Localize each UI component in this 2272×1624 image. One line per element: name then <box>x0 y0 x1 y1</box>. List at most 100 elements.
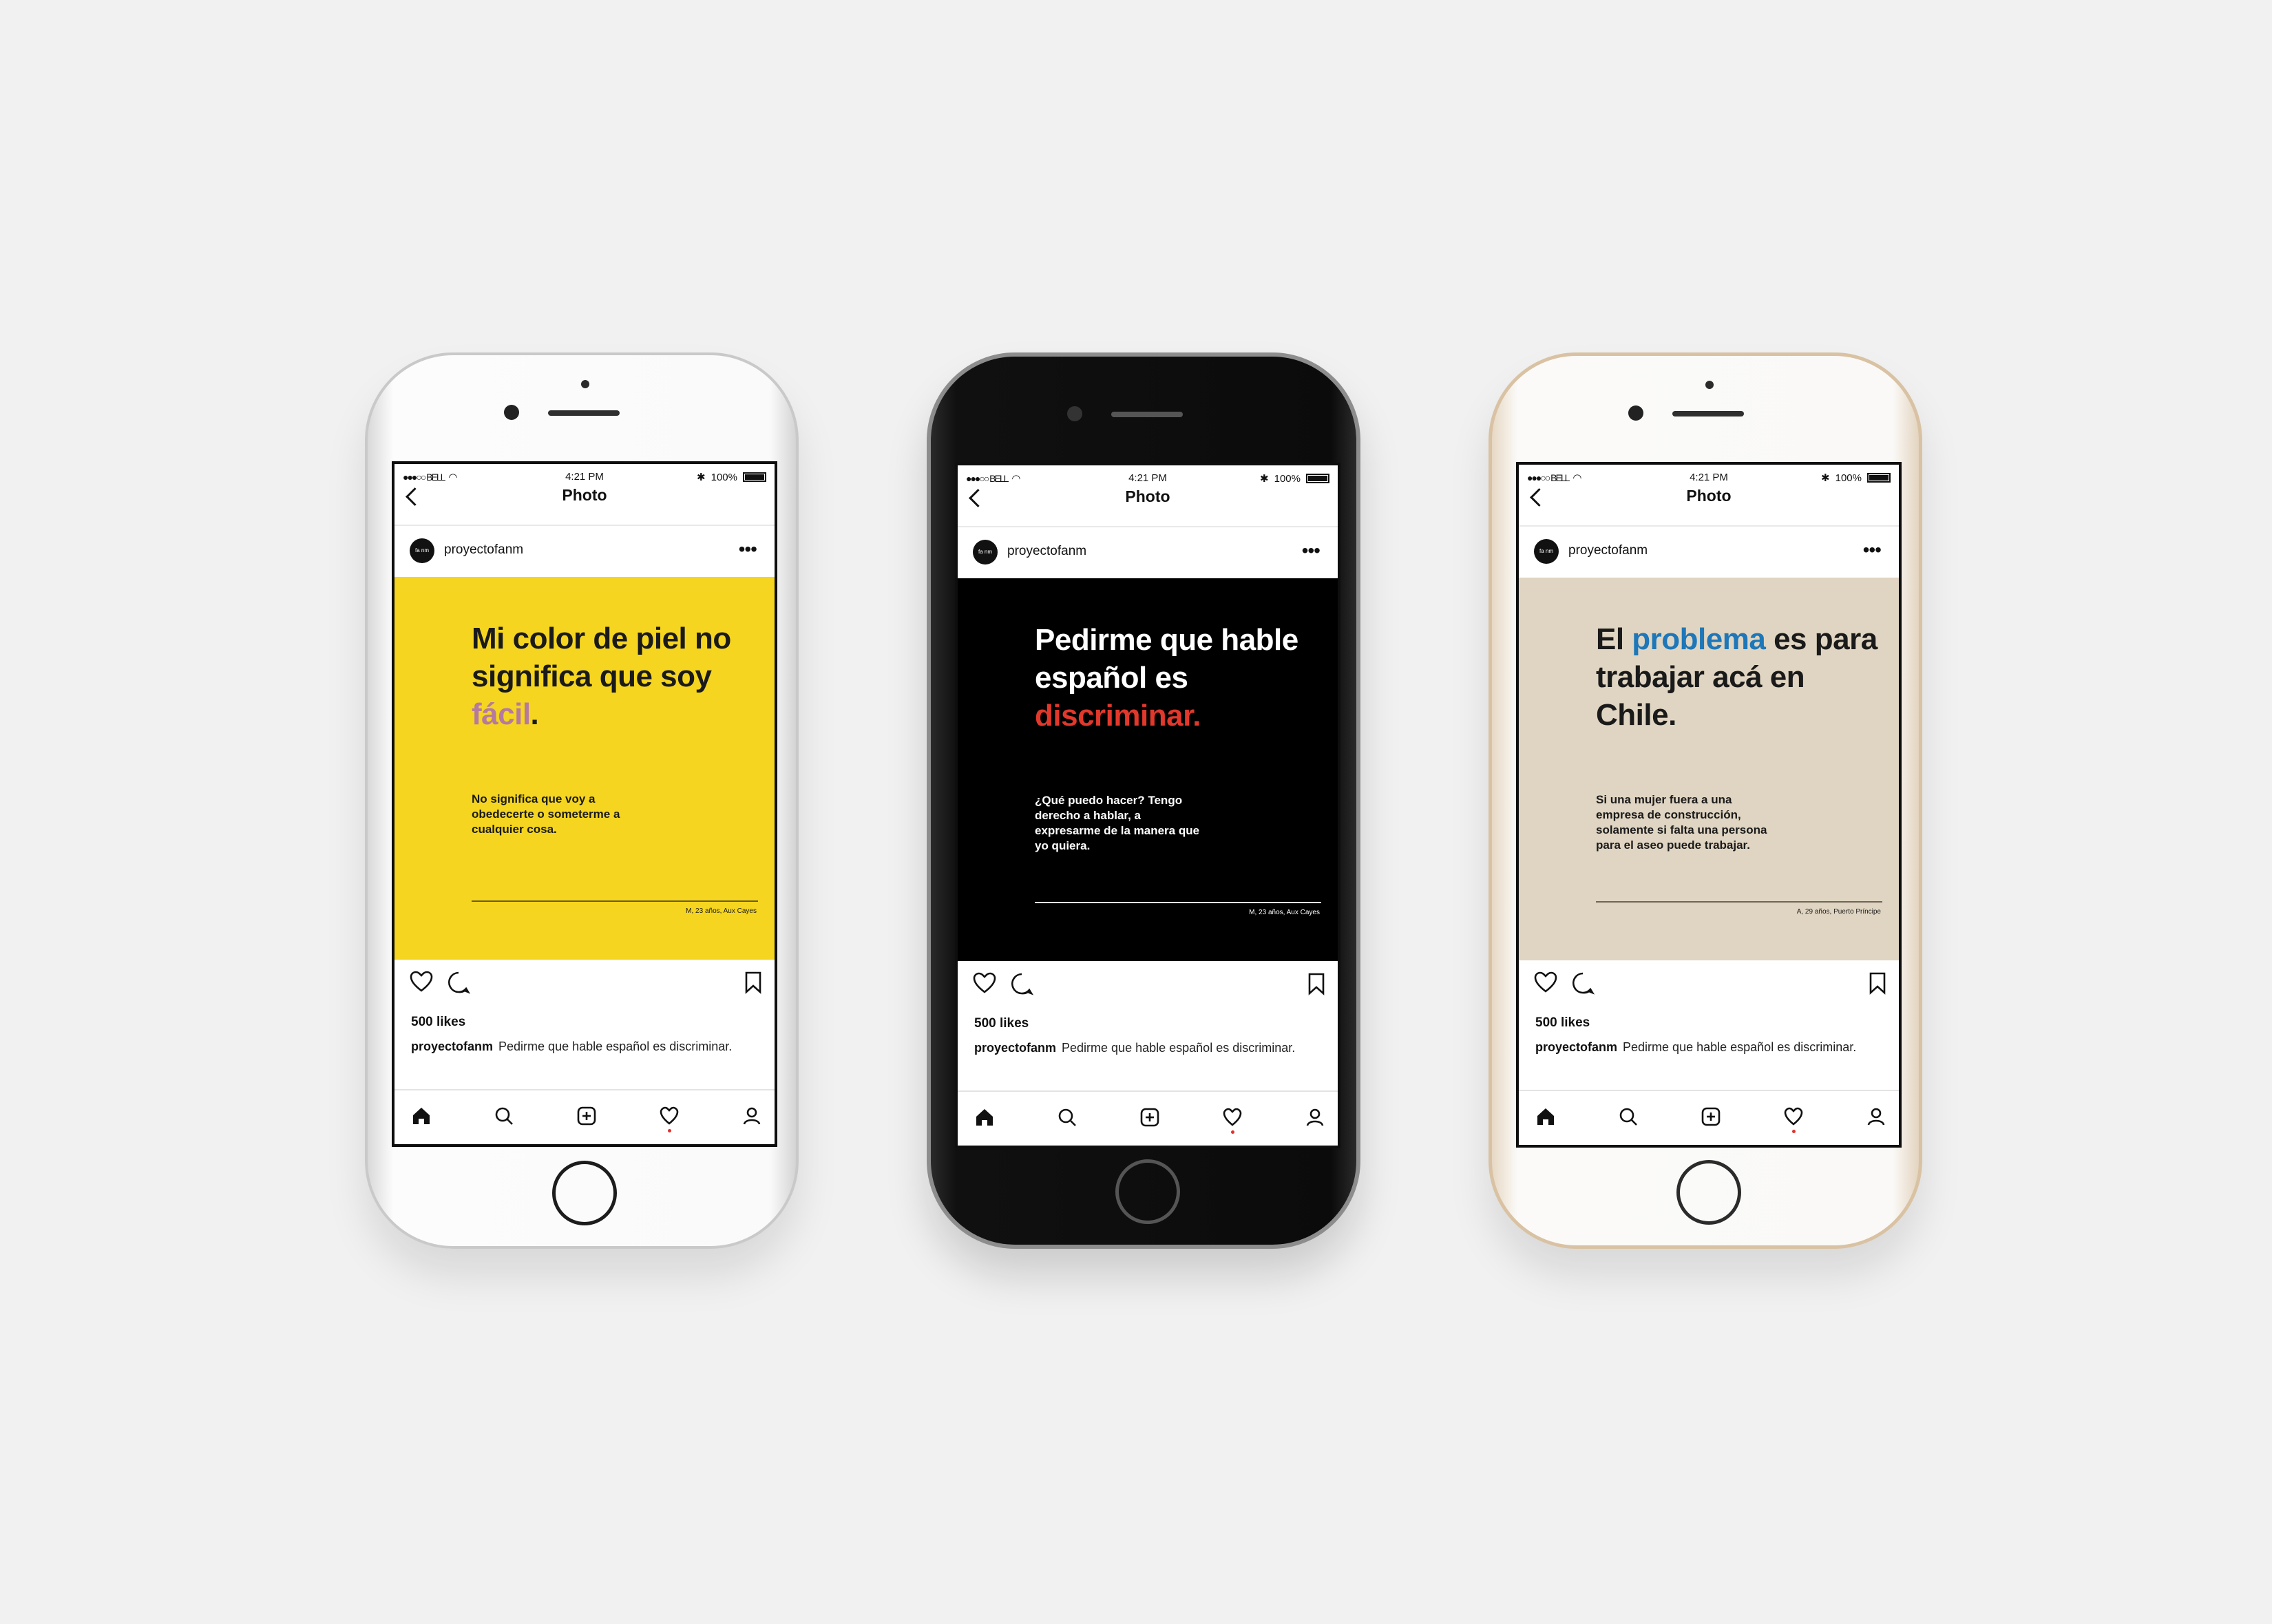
divider <box>1519 525 1899 527</box>
phone-silver: ●●●○○ BELL ◠ 4:21 PM ✱ 100% Photo fa nm pr… <box>365 352 799 1249</box>
post-credit: M, 23 años, Aux Cayes <box>1249 909 1320 916</box>
profile-icon[interactable] <box>1305 1107 1325 1128</box>
headline-end: . <box>530 697 539 731</box>
home-icon[interactable] <box>1535 1106 1556 1127</box>
post-header: fa nm proyectofanm ••• <box>958 533 1338 574</box>
avatar[interactable]: fa nm <box>973 540 998 565</box>
new-post-icon[interactable] <box>576 1106 597 1126</box>
home-icon[interactable] <box>411 1106 432 1126</box>
bookmark-icon[interactable] <box>1307 972 1325 995</box>
headline-text: Mi color de piel no significa que soy <box>472 622 731 693</box>
search-icon[interactable] <box>1057 1107 1077 1128</box>
front-camera <box>504 405 519 420</box>
battery-percent: 100% <box>1274 472 1301 485</box>
new-post-icon[interactable] <box>1701 1106 1721 1127</box>
new-post-icon[interactable] <box>1139 1107 1160 1128</box>
heart-icon[interactable] <box>410 971 433 993</box>
battery-icon <box>1306 474 1329 483</box>
post-username[interactable]: proyectofanm <box>1568 543 1648 558</box>
bookmark-icon[interactable] <box>744 971 762 994</box>
activity-heart-icon[interactable] <box>1222 1107 1243 1128</box>
earpiece-speaker <box>548 410 620 416</box>
post-divider-line <box>472 900 758 902</box>
post-body-text: No significa que voy a obedecerte o some… <box>472 792 620 836</box>
bookmark-icon[interactable] <box>1869 971 1886 995</box>
heart-icon[interactable] <box>973 972 996 994</box>
post-headline: Mi color de piel no significa que soy fá… <box>472 620 761 733</box>
post-header: fa nm proyectofanm ••• <box>1519 532 1899 573</box>
nav-bar: Photo <box>958 485 1338 526</box>
post-divider-line <box>1035 902 1321 903</box>
post-username[interactable]: proyectofanm <box>1007 544 1086 559</box>
comment-icon[interactable] <box>1571 971 1595 995</box>
caption-username[interactable]: proyectofanm <box>411 1040 493 1053</box>
search-icon[interactable] <box>494 1106 514 1126</box>
post-body-text: ¿Qué puedo hacer? Tengo derecho a hablar… <box>1035 794 1200 852</box>
divider <box>958 526 1338 527</box>
headline-text: El <box>1596 622 1632 656</box>
post-credit: A, 29 años, Puerto Príncipe <box>1796 908 1881 916</box>
post-image: Mi color de piel no significa que soy fá… <box>395 577 775 960</box>
post-headline: El problema es para trabajar acá en Chil… <box>1596 620 1885 734</box>
activity-heart-icon[interactable] <box>1783 1106 1804 1127</box>
headline-accent-word: problema <box>1632 622 1766 656</box>
avatar[interactable]: fa nm <box>1534 539 1559 564</box>
bluetooth-icon: ✱ <box>1260 473 1269 485</box>
divider <box>395 525 775 526</box>
profile-icon[interactable] <box>741 1106 762 1126</box>
likes-count[interactable]: 500 likes <box>974 1016 1029 1031</box>
search-icon[interactable] <box>1618 1106 1639 1127</box>
post-actions <box>958 967 1338 1001</box>
more-options-icon[interactable]: ••• <box>1302 540 1321 562</box>
post-username[interactable]: proyectofanm <box>444 542 523 558</box>
heart-icon[interactable] <box>1534 971 1557 993</box>
home-button[interactable] <box>1676 1160 1741 1225</box>
bottom-tab-bar <box>1519 1090 1899 1145</box>
caption-username[interactable]: proyectofanm <box>1535 1040 1617 1054</box>
battery-percent: 100% <box>711 471 737 483</box>
earpiece-speaker <box>1672 411 1744 416</box>
page-title: Photo <box>562 486 607 504</box>
battery-icon <box>743 472 766 482</box>
headline-text: Pedirme que hable español es <box>1035 623 1298 695</box>
nav-bar: Photo <box>395 483 775 525</box>
more-options-icon[interactable]: ••• <box>739 538 757 560</box>
likes-count[interactable]: 500 likes <box>1535 1015 1590 1031</box>
phone-space-gray: ●●●○○ BELL ◠ 4:21 PM ✱ 100% Photo fa nm pr… <box>927 352 1360 1249</box>
earpiece-speaker <box>1111 412 1183 417</box>
bottom-tab-bar <box>958 1090 1338 1146</box>
post-header: fa nm proyectofanm ••• <box>395 531 775 573</box>
post-actions <box>1519 966 1899 1000</box>
home-button[interactable] <box>552 1161 617 1225</box>
battery-icon <box>1867 473 1891 483</box>
nav-bar: Photo <box>1519 484 1899 525</box>
likes-count[interactable]: 500 likes <box>411 1015 465 1030</box>
more-options-icon[interactable]: ••• <box>1863 539 1882 561</box>
page-title: Photo <box>1686 487 1732 505</box>
caption-text: Pedirme que hable español es discriminar… <box>1623 1040 1857 1054</box>
activity-heart-icon[interactable] <box>659 1106 680 1126</box>
comment-icon[interactable] <box>1010 972 1033 995</box>
instagram-screen: ●●●○○ BELL ◠ 4:21 PM ✱ 100% Photo fa nm pr… <box>955 463 1340 1148</box>
post-caption: proyectofanm Pedirme que hable español es… <box>974 1040 1298 1056</box>
caption-text: Pedirme que hable español es discriminar… <box>498 1040 733 1053</box>
comment-icon[interactable] <box>447 971 470 994</box>
front-camera <box>1628 405 1643 421</box>
home-button[interactable] <box>1115 1159 1180 1224</box>
avatar[interactable]: fa nm <box>410 538 434 563</box>
proximity-sensor <box>581 380 589 388</box>
caption-text: Pedirme que hable español es discriminar… <box>1062 1041 1296 1055</box>
caption-username[interactable]: proyectofanm <box>974 1041 1056 1055</box>
post-caption: proyectofanm Pedirme que hable español es… <box>411 1038 735 1055</box>
proximity-sensor <box>1705 381 1714 389</box>
battery-percent: 100% <box>1835 472 1862 484</box>
profile-icon[interactable] <box>1866 1106 1886 1127</box>
front-camera <box>1067 406 1082 421</box>
post-divider-line <box>1596 901 1882 903</box>
home-icon[interactable] <box>974 1107 995 1128</box>
post-body-text: Si una mujer fuera a una empresa de cons… <box>1596 793 1767 852</box>
notification-dot <box>668 1129 671 1132</box>
post-actions <box>395 965 775 1000</box>
bluetooth-icon: ✱ <box>1821 472 1830 484</box>
phone-gold: ●●●○○ BELL ◠ 4:21 PM ✱ 100% Photo fa nm pr… <box>1489 352 1922 1249</box>
